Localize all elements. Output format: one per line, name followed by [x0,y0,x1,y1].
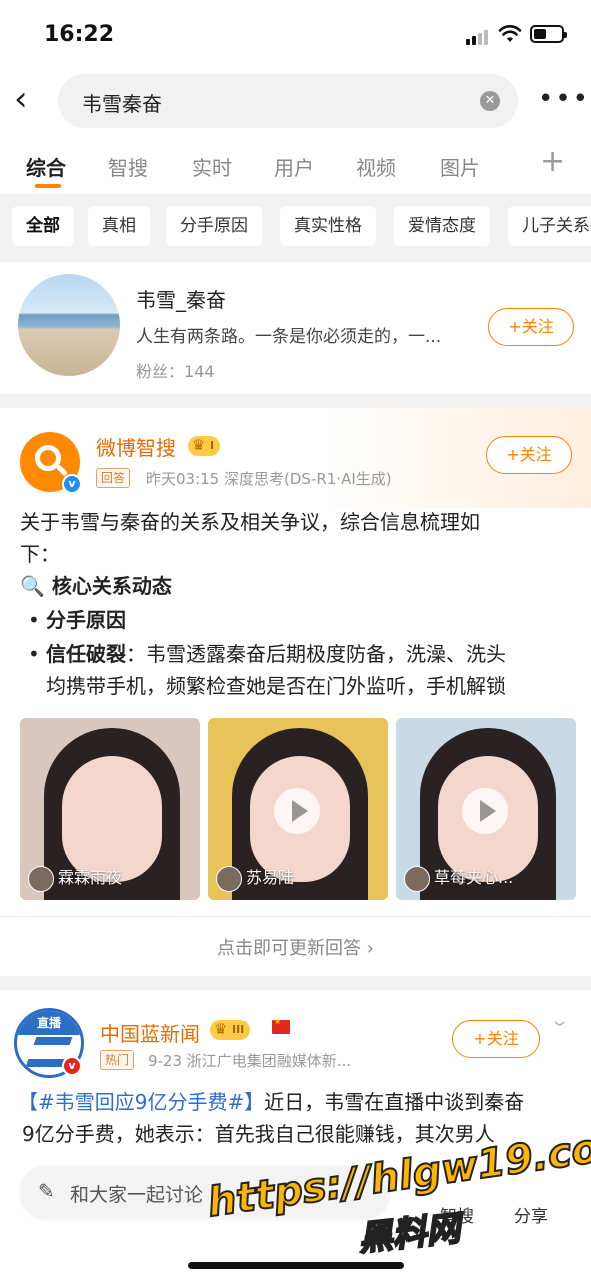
play-icon[interactable] [274,788,320,834]
search-emoji-icon: 🔍 [20,574,45,598]
user-fans: 粉丝：144 [136,358,215,382]
trust-text-line2: 均携带手机，频繁检查她是否在门外监听，手机解锁 [46,674,506,698]
tab-videos[interactable]: 视频 [356,152,396,181]
pencil-icon: ✎ [38,1179,55,1203]
chevron-down-icon[interactable]: ⌄ [549,1010,570,1031]
news-meta: 9-23 浙江广电集团融媒体新... [148,1052,352,1070]
tab-zhisou[interactable]: 智搜 [108,152,148,181]
refresh-label[interactable]: 点击即可更新回答 [217,938,361,959]
china-flag-icon [272,1017,290,1034]
battery-icon [530,25,567,43]
user-avatar[interactable] [18,274,120,376]
hashtag-link[interactable]: 【#韦雪回应9亿分手费#】 [18,1090,264,1114]
bullet-dot: • [28,608,40,632]
search-query[interactable]: 韦雪秦奋 [82,88,162,117]
filter-chips: 全部 真相 分手原因 真实性格 爱情态度 儿子关系 [0,194,591,258]
vip-level-badge: III [210,1019,251,1040]
user-bio: 人生有两条路。一条是你必须走的，一... [136,327,442,347]
chip-love-attitude[interactable]: 爱情态度 [394,206,490,246]
chip-all[interactable]: 全部 [12,206,74,246]
answer-intro-line1: 关于韦雪与秦奋的关系及相关争议，综合信息梳理如 [20,510,480,534]
video-caption: 苏易陆 [214,864,294,892]
vip-level-badge: I [188,435,221,456]
chip-son-relationship[interactable]: 儿子关系 [508,206,591,246]
live-label: 直播 [17,1011,81,1035]
play-icon[interactable] [462,788,508,834]
status-bar: 16:22 [0,0,591,66]
cellular-signal-icon [466,26,490,45]
follow-user-button[interactable]: +关注 [488,308,574,346]
chevron-right-icon: › [366,938,374,959]
tab-images[interactable]: 图片 [440,152,480,181]
tab-zonghe[interactable]: 综合 [26,152,66,181]
fans-count: 144 [184,362,215,381]
bullet-trust-broken: 信任破裂：韦雪透露秦奋后期极度防备，洗澡、洗头 [46,638,506,670]
news-post-card: 直播 v 中国蓝新闻 III 热门 9-23 浙江广电集团融媒体新... +关注… [0,990,591,1280]
trust-label: 信任破裂 [46,642,126,666]
ai-answer-card: v 微博智搜 I 回答 昨天03:15 深度思考(DS-R1·AI生成) +关注… [0,408,591,976]
search-input[interactable]: 韦雪秦奋 ✕ [58,74,518,128]
news-text-line1: 【#韦雪回应9亿分手费#】近日，韦雪在直播中谈到秦奋 [18,1086,524,1118]
answer-heading: 🔍 核心关系动态 [20,570,172,602]
back-arrow-icon[interactable]: ‹ [14,80,44,120]
search-tabs: 综合 智搜 实时 用户 视频 图片 + [0,134,591,194]
verified-icon: v [62,1056,82,1076]
answer-intro-line2: 下： [20,542,60,566]
bullet-dot: • [28,642,40,666]
discuss-placeholder[interactable]: 和大家一起讨论 [70,1180,203,1207]
share-button[interactable]: 分享 [514,1202,548,1227]
clear-search-icon[interactable]: ✕ [480,91,500,111]
search-header: ‹ 韦雪秦奋 ✕ ••• [0,66,591,134]
post-meta: 昨天03:15 深度思考(DS-R1·AI生成) [146,470,392,488]
fans-label: 粉丝： [136,362,185,381]
add-tab-icon[interactable]: + [540,144,565,179]
bullet-breakup-reason: 分手原因 [46,608,126,632]
user-result-card[interactable]: 韦雪_秦奋 人生有两条路。一条是你必须走的，一... 粉丝：144 +关注 [0,262,591,394]
follow-ai-button[interactable]: +关注 [486,436,572,474]
status-time: 16:22 [44,22,115,47]
more-options-icon[interactable]: ••• [538,84,590,114]
trust-text: ：韦雪透露秦奋后期极度防备，洗澡、洗头 [126,642,506,666]
follow-news-button[interactable]: +关注 [452,1020,540,1058]
divider [0,916,591,917]
chip-truth[interactable]: 真相 [88,206,150,246]
tab-shishi[interactable]: 实时 [192,152,232,181]
hot-tag: 热门 [100,1050,135,1070]
video-caption: 霖霖雨夜 [26,864,122,892]
refresh-answer-link[interactable]: 点击即可更新回答 › [0,934,591,960]
account-name[interactable]: 微博智搜 [96,432,176,461]
news-text: 近日，韦雪在直播中谈到秦奋 [264,1090,525,1114]
tab-users[interactable]: 用户 [274,152,314,181]
heading-text: 核心关系动态 [51,574,172,598]
user-name[interactable]: 韦雪_秦奋 [136,284,226,313]
video-thumbnail-1[interactable]: 霖霖雨夜 [20,718,200,900]
video-caption: 草莓夹心... [402,864,513,892]
video-thumbnail-2[interactable]: 苏易陆 [208,718,388,900]
answer-tag: 回答 [96,468,131,488]
wifi-icon [498,25,522,42]
news-text-line2: 9亿分手费，她表示：首先我自己很能赚钱，其次男人 [22,1122,495,1146]
active-tab-indicator [35,184,61,188]
video-thumbnail-3[interactable]: 草莓夹心... [396,718,576,900]
home-indicator [188,1262,404,1269]
chip-real-personality[interactable]: 真实性格 [280,206,376,246]
verified-icon: v [62,474,82,494]
news-account-name[interactable]: 中国蓝新闻 [100,1018,200,1047]
chip-breakup-reason[interactable]: 分手原因 [166,206,262,246]
